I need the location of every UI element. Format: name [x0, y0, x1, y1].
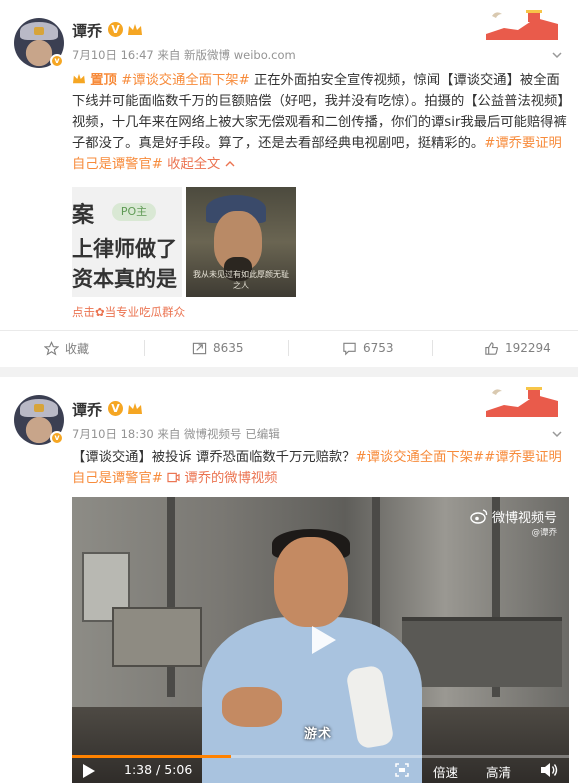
member-crown-icon: [128, 24, 142, 35]
chevron-down-icon[interactable]: [550, 48, 564, 62]
chevron-up-icon: [225, 161, 235, 167]
post-meta: 7月10日 16:47 来自 新版微博 weibo.com: [72, 48, 296, 62]
weibo-logo-icon: [470, 509, 488, 524]
verified-icon: V: [108, 401, 123, 416]
video-watermark: 微博视频号 @谭乔: [470, 507, 557, 538]
video-icon: [167, 472, 180, 483]
divider: [432, 340, 433, 356]
topic-link[interactable]: #谭谈交通全面下架#: [355, 450, 484, 465]
post-text: 【谭谈交通】被投诉 谭乔恐面临数千万元赔款？#谭谈交通全面下架##谭乔要证明自己…: [72, 447, 568, 489]
great-wall-decoration-icon: [486, 387, 558, 417]
video-time: 1:38 / 5:06: [124, 762, 193, 777]
verified-badge-icon: v: [50, 431, 64, 445]
like-count: 192294: [505, 341, 551, 355]
username[interactable]: 谭乔: [72, 399, 102, 420]
video-progress-bar[interactable]: [72, 755, 569, 758]
collapse-button[interactable]: 收起全文: [167, 157, 235, 172]
progress-fill: [72, 755, 232, 758]
pinned-label: 置顶: [90, 73, 117, 88]
video-link[interactable]: 谭乔的微博视频: [167, 471, 277, 486]
post-text: 置顶 #谭谈交通全面下架# 正在外面拍安全宣传视频，惊闻【谭谈交通】被全面下线并…: [72, 70, 568, 175]
video-scene: [167, 497, 175, 697]
favorite-button[interactable]: 收藏: [44, 333, 89, 363]
thumb-text: 上律师做了: [72, 237, 177, 261]
quality-button[interactable]: 高清: [486, 762, 511, 781]
verified-icon: V: [108, 22, 123, 37]
thumb-subtitle: 我从未见过有如此厚颜无耻之人: [193, 270, 289, 290]
speed-button[interactable]: 倍速: [433, 762, 458, 781]
thumb-text: 资本真的是: [72, 267, 177, 291]
play-icon[interactable]: [82, 763, 96, 782]
video-scene: [274, 537, 348, 627]
like-button[interactable]: 192294: [484, 333, 551, 363]
video-player[interactable]: 微博视频号 @谭乔 游术 1:38 / 5:06 倍速 高清: [72, 497, 569, 783]
weibo-post-card: v 谭乔 V 7月10日 18:30 来自 微博视频号 已编辑 【谭谈交通】被投…: [0, 377, 578, 783]
weibo-post-card: v 谭乔 V 7月10日 16:47 来自 新版微博 weibo.com 置顶 …: [0, 0, 578, 367]
great-wall-decoration-icon: [486, 10, 558, 40]
thumb-text: 案: [72, 203, 95, 228]
chevron-down-icon[interactable]: [550, 427, 564, 441]
repost-button[interactable]: 8635: [192, 333, 244, 363]
play-overlay-icon[interactable]: [304, 622, 340, 658]
divider: [0, 330, 578, 331]
member-crown-icon: [128, 403, 142, 414]
comment-icon: [342, 341, 357, 356]
video-scene: [222, 687, 282, 727]
image-thumbnail[interactable]: 案 PO主 上律师做了 资本真的是: [72, 187, 182, 297]
po-badge: PO主: [112, 203, 156, 221]
volume-icon[interactable]: [540, 762, 558, 781]
comment-button[interactable]: 6753: [342, 333, 394, 363]
image-thumbnail[interactable]: 我从未见过有如此厚颜无耻之人: [186, 187, 296, 297]
post-meta: 7月10日 18:30 来自 微博视频号 已编辑: [72, 427, 280, 441]
comment-count: 6753: [363, 341, 394, 355]
thumbs-up-icon: [484, 341, 499, 356]
video-scene: [402, 617, 562, 687]
post-body: 【谭谈交通】被投诉 谭乔恐面临数千万元赔款？: [72, 450, 356, 465]
fan-group-link[interactable]: 点击✿当专业吃瓜群众: [72, 304, 185, 320]
divider: [144, 340, 145, 356]
star-icon: [44, 340, 59, 356]
video-caption: 游术: [304, 727, 333, 742]
repost-count: 8635: [213, 341, 244, 355]
video-scene: [112, 607, 202, 667]
username[interactable]: 谭乔: [72, 20, 102, 41]
favorite-label: 收藏: [65, 341, 90, 356]
repost-icon: [192, 341, 207, 356]
topic-link[interactable]: #谭谈交通全面下架#: [121, 73, 250, 88]
video-controls: 1:38 / 5:06 倍速 高清: [72, 759, 569, 783]
divider: [288, 340, 289, 356]
danmaku-icon[interactable]: [394, 762, 410, 781]
verified-badge-icon: v: [50, 54, 64, 68]
pin-crown-icon: [73, 73, 85, 84]
